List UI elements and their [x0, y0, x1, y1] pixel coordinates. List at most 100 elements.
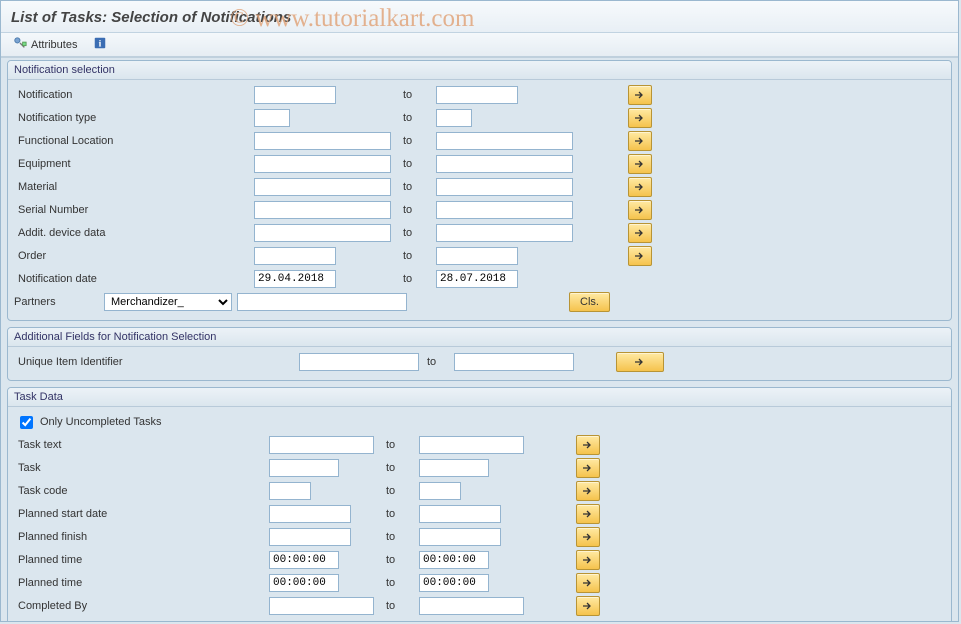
to-label: to: [374, 485, 419, 497]
equipment-to-input[interactable]: [436, 155, 573, 173]
func-loc-from-input[interactable]: [254, 132, 391, 150]
notif-date-from-input[interactable]: [254, 270, 336, 288]
order-from-input[interactable]: [254, 247, 336, 265]
label-task: Task: [14, 462, 269, 474]
task-code-to-input[interactable]: [419, 482, 461, 500]
toolbar: Attributes i: [1, 33, 958, 58]
equipment-from-input[interactable]: [254, 155, 391, 173]
multiple-selection-button[interactable]: [576, 573, 600, 593]
row-serial-number: Serial Number to: [14, 199, 945, 221]
to-label: to: [391, 227, 436, 239]
multiple-selection-button[interactable]: [576, 527, 600, 547]
completed-by-from-input[interactable]: [269, 597, 374, 615]
partners-value-input[interactable]: [237, 293, 407, 311]
notif-date-to-input[interactable]: [436, 270, 518, 288]
addit-dev-from-input[interactable]: [254, 224, 391, 242]
only-uncompleted-checkbox[interactable]: [20, 416, 33, 429]
planned-time1-from-input[interactable]: [269, 551, 339, 569]
task-to-input[interactable]: [419, 459, 489, 477]
arrow-right-icon: [634, 111, 646, 126]
multiple-selection-button[interactable]: [628, 246, 652, 266]
planned-start-to-input[interactable]: [419, 505, 501, 523]
row-notification-date: Notification date to: [14, 268, 945, 290]
multiple-selection-button[interactable]: [628, 200, 652, 220]
task-code-from-input[interactable]: [269, 482, 311, 500]
addit-dev-to-input[interactable]: [436, 224, 573, 242]
label-partners: Partners: [14, 296, 104, 308]
serial-from-input[interactable]: [254, 201, 391, 219]
planned-time2-from-input[interactable]: [269, 574, 339, 592]
label-task-text: Task text: [14, 439, 269, 451]
row-order: Order to: [14, 245, 945, 267]
arrow-right-icon: [634, 88, 646, 103]
multiple-selection-button[interactable]: [576, 504, 600, 524]
task-text-from-input[interactable]: [269, 436, 374, 454]
multiple-selection-button[interactable]: [628, 131, 652, 151]
uii-to-input[interactable]: [454, 353, 574, 371]
multiple-selection-button[interactable]: [628, 108, 652, 128]
arrow-right-icon: [634, 249, 646, 264]
arrow-right-icon: [582, 438, 594, 453]
multiple-selection-button[interactable]: [576, 435, 600, 455]
arrow-right-icon: [582, 484, 594, 499]
label-order: Order: [14, 250, 254, 262]
multiple-selection-button[interactable]: [628, 154, 652, 174]
label-equipment: Equipment: [14, 158, 254, 170]
planned-finish-to-input[interactable]: [419, 528, 501, 546]
task-from-input[interactable]: [269, 459, 339, 477]
notif-type-to-input[interactable]: [436, 109, 472, 127]
material-to-input[interactable]: [436, 178, 573, 196]
row-planned-time-1: Planned time to: [14, 549, 945, 571]
to-label: to: [374, 439, 419, 451]
planned-finish-from-input[interactable]: [269, 528, 351, 546]
arrow-right-icon: [582, 530, 594, 545]
attributes-icon: [13, 36, 27, 53]
func-loc-to-input[interactable]: [436, 132, 573, 150]
multiple-selection-button[interactable]: [576, 550, 600, 570]
only-uncompleted-label[interactable]: Only Uncompleted Tasks: [16, 413, 161, 432]
multiple-selection-button[interactable]: [628, 223, 652, 243]
to-label: to: [391, 158, 436, 170]
row-functional-location: Functional Location to: [14, 130, 945, 152]
to-label: to: [374, 531, 419, 543]
multiple-selection-button[interactable]: [628, 177, 652, 197]
serial-to-input[interactable]: [436, 201, 573, 219]
to-label: to: [374, 554, 419, 566]
label-planned-time-1: Planned time: [14, 554, 269, 566]
label-completed-by: Completed By: [14, 600, 269, 612]
task-text-to-input[interactable]: [419, 436, 524, 454]
to-label: to: [374, 462, 419, 474]
attributes-label: Attributes: [31, 39, 77, 51]
label-func-loc: Functional Location: [14, 135, 254, 147]
row-task-text: Task text to: [14, 434, 945, 456]
multiple-selection-button[interactable]: [576, 596, 600, 616]
material-from-input[interactable]: [254, 178, 391, 196]
multiple-selection-button[interactable]: [628, 85, 652, 105]
notification-from-input[interactable]: [254, 86, 336, 104]
attributes-button[interactable]: Attributes: [7, 35, 83, 54]
order-to-input[interactable]: [436, 247, 518, 265]
uii-from-input[interactable]: [299, 353, 419, 371]
row-planned-time-2: Planned time to: [14, 572, 945, 594]
row-planned-finish: Planned finish to: [14, 526, 945, 548]
completed-by-to-input[interactable]: [419, 597, 524, 615]
cls-button[interactable]: Cls.: [569, 292, 610, 312]
partners-select[interactable]: Merchandizer_: [104, 293, 232, 311]
group-additional-fields: Additional Fields for Notification Selec…: [7, 327, 952, 381]
multiple-selection-button[interactable]: [616, 352, 664, 372]
planned-time1-to-input[interactable]: [419, 551, 489, 569]
info-icon: i: [93, 36, 107, 53]
notif-type-from-input[interactable]: [254, 109, 290, 127]
planned-start-from-input[interactable]: [269, 505, 351, 523]
to-label: to: [391, 204, 436, 216]
multiple-selection-button[interactable]: [576, 458, 600, 478]
arrow-right-icon: [582, 507, 594, 522]
multiple-selection-button[interactable]: [576, 481, 600, 501]
row-partners: Partners Merchandizer_ Cls.: [14, 291, 945, 313]
notification-to-input[interactable]: [436, 86, 518, 104]
row-unique-item-identifier: Unique Item Identifier to: [14, 351, 945, 373]
group-title: Notification selection: [8, 61, 951, 80]
planned-time2-to-input[interactable]: [419, 574, 489, 592]
to-label: to: [391, 112, 436, 124]
info-button[interactable]: i: [91, 34, 109, 55]
